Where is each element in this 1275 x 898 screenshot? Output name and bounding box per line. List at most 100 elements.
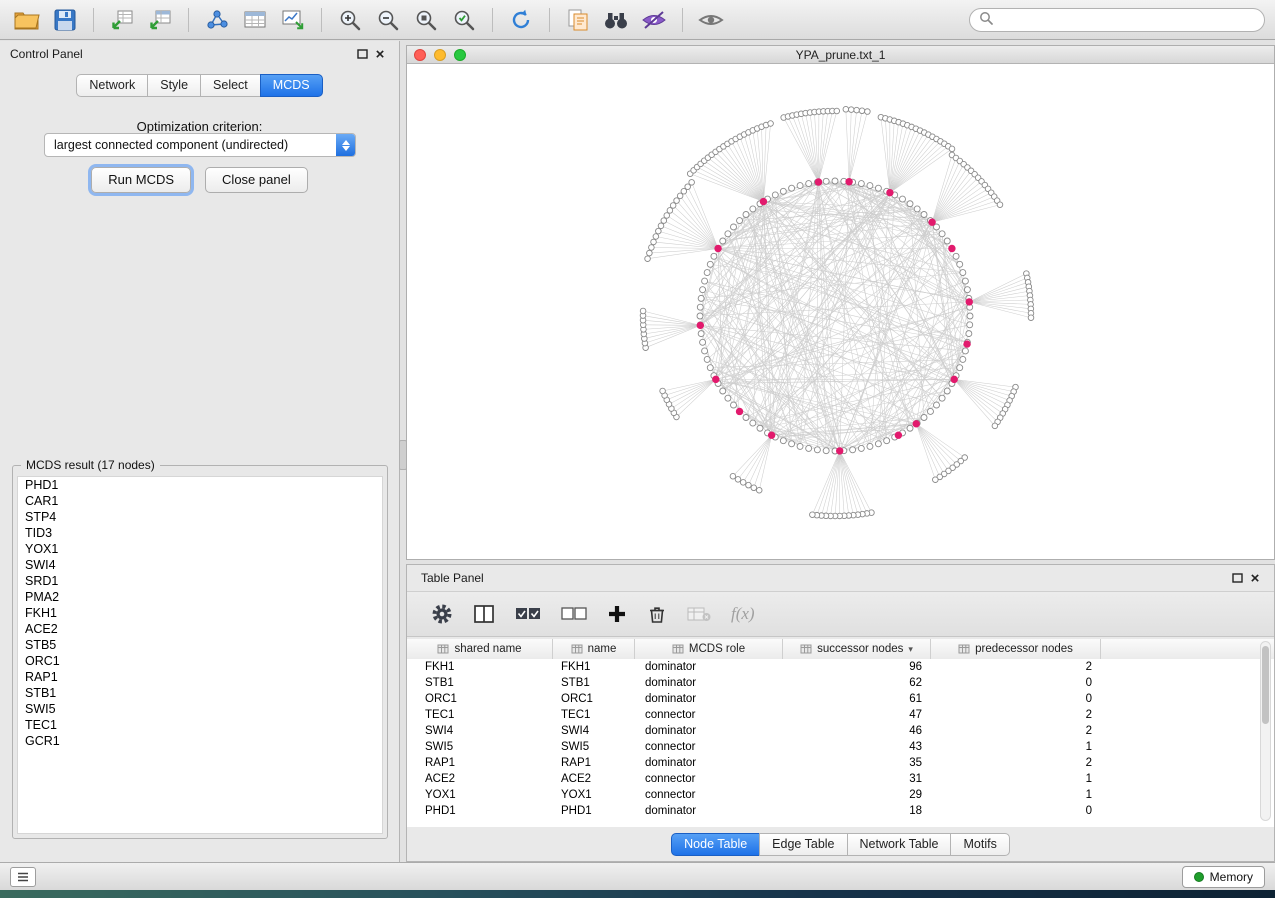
hide-selected-icon[interactable] — [637, 5, 671, 35]
network-node[interactable] — [725, 231, 731, 237]
network-node[interactable] — [780, 438, 786, 444]
network-node[interactable] — [927, 408, 933, 414]
delete-row-icon[interactable] — [647, 599, 667, 629]
network-node[interactable] — [806, 181, 812, 187]
network-node[interactable] — [750, 420, 756, 426]
mcds-result-item[interactable]: PMA2 — [18, 589, 382, 605]
network-node[interactable] — [858, 445, 864, 451]
network-dominator-node[interactable] — [913, 420, 920, 427]
import-network-icon[interactable] — [105, 5, 139, 35]
table-row[interactable]: STB1STB1dominator620 — [407, 675, 1274, 691]
mcds-result-item[interactable]: YOX1 — [18, 541, 382, 557]
network-node[interactable] — [757, 425, 763, 431]
new-network-icon[interactable] — [200, 5, 234, 35]
network-node[interactable] — [843, 106, 849, 112]
unselect-all-icon[interactable] — [561, 599, 587, 629]
network-node[interactable] — [962, 278, 968, 284]
network-node[interactable] — [875, 441, 881, 447]
network-node[interactable] — [964, 287, 970, 293]
network-node[interactable] — [814, 447, 820, 453]
network-node[interactable] — [735, 477, 741, 483]
network-node[interactable] — [854, 107, 860, 113]
show-all-eye-icon[interactable] — [694, 5, 728, 35]
network-node[interactable] — [966, 331, 972, 337]
network-node[interactable] — [907, 201, 913, 207]
network-node[interactable] — [740, 480, 746, 486]
network-node[interactable] — [704, 270, 710, 276]
network-node[interactable] — [661, 218, 667, 224]
table-tab-network-table[interactable]: Network Table — [847, 833, 952, 856]
network-node[interactable] — [702, 278, 708, 284]
zoom-out-icon[interactable] — [371, 5, 405, 35]
network-node[interactable] — [957, 261, 963, 267]
network-node[interactable] — [939, 231, 945, 237]
network-node[interactable] — [933, 477, 939, 483]
mcds-result-item[interactable]: ORC1 — [18, 653, 382, 669]
network-node[interactable] — [921, 212, 927, 218]
network-node[interactable] — [832, 178, 838, 184]
network-canvas-svg[interactable] — [407, 64, 1274, 559]
column-header-predecessor-nodes[interactable]: predecessor nodes — [931, 639, 1101, 659]
network-node[interactable] — [645, 256, 651, 262]
zoom-in-icon[interactable] — [333, 5, 367, 35]
column-chooser-icon[interactable] — [473, 599, 495, 629]
search-input[interactable] — [999, 13, 1255, 27]
mcds-result-item[interactable]: STB5 — [18, 637, 382, 653]
network-node[interactable] — [658, 223, 664, 229]
network-node[interactable] — [660, 388, 666, 394]
network-node[interactable] — [647, 250, 653, 256]
network-node[interactable] — [900, 196, 906, 202]
network-node[interactable] — [939, 395, 945, 401]
network-node[interactable] — [933, 402, 939, 408]
network-dominator-node[interactable] — [966, 298, 973, 305]
network-node[interactable] — [949, 146, 955, 152]
mcds-result-item[interactable]: STP4 — [18, 509, 382, 525]
mcds-result-item[interactable]: SRD1 — [18, 573, 382, 589]
network-node[interactable] — [1028, 315, 1034, 321]
close-panel-button[interactable]: Close panel — [205, 167, 308, 193]
network-canvas[interactable] — [407, 64, 1274, 559]
network-dominator-node[interactable] — [815, 178, 822, 185]
network-node[interactable] — [704, 356, 710, 362]
mcds-result-item[interactable]: TID3 — [18, 525, 382, 541]
network-node[interactable] — [768, 121, 774, 127]
column-header-mcds-role[interactable]: MCDS role — [635, 639, 783, 659]
tab-style[interactable]: Style — [147, 74, 201, 97]
network-node[interactable] — [921, 414, 927, 420]
mcds-result-item[interactable]: TEC1 — [18, 717, 382, 733]
network-node[interactable] — [858, 181, 864, 187]
network-dominator-node[interactable] — [836, 447, 843, 454]
network-dominator-node[interactable] — [768, 431, 775, 438]
network-dominator-node[interactable] — [950, 376, 957, 383]
network-node[interactable] — [967, 322, 973, 328]
network-node[interactable] — [953, 253, 959, 259]
network-node[interactable] — [700, 287, 706, 293]
network-node[interactable] — [649, 245, 655, 251]
table-row[interactable]: SWI4SWI4dominator462 — [407, 723, 1274, 739]
network-dominator-node[interactable] — [948, 245, 955, 252]
mcds-result-item[interactable]: GCR1 — [18, 733, 382, 749]
network-node[interactable] — [756, 487, 762, 493]
network-node[interactable] — [743, 414, 749, 420]
network-node[interactable] — [914, 206, 920, 212]
network-node[interactable] — [865, 109, 871, 115]
network-node[interactable] — [725, 395, 731, 401]
mcds-result-item[interactable]: RAP1 — [18, 669, 382, 685]
network-node[interactable] — [640, 308, 646, 314]
network-node[interactable] — [789, 441, 795, 447]
save-icon[interactable] — [48, 5, 82, 35]
new-table-icon[interactable] — [238, 5, 272, 35]
network-node[interactable] — [797, 183, 803, 189]
network-dominator-node[interactable] — [712, 376, 719, 383]
network-node[interactable] — [656, 228, 662, 234]
float-panel-icon[interactable] — [353, 46, 371, 62]
network-dominator-node[interactable] — [760, 198, 767, 205]
network-dominator-node[interactable] — [963, 340, 970, 347]
network-node[interactable] — [664, 213, 670, 219]
mcds-result-item[interactable]: CAR1 — [18, 493, 382, 509]
network-node[interactable] — [720, 388, 726, 394]
network-node[interactable] — [992, 423, 998, 429]
mcds-result-item[interactable]: SWI5 — [18, 701, 382, 717]
network-node[interactable] — [848, 107, 854, 113]
network-node[interactable] — [850, 447, 856, 453]
